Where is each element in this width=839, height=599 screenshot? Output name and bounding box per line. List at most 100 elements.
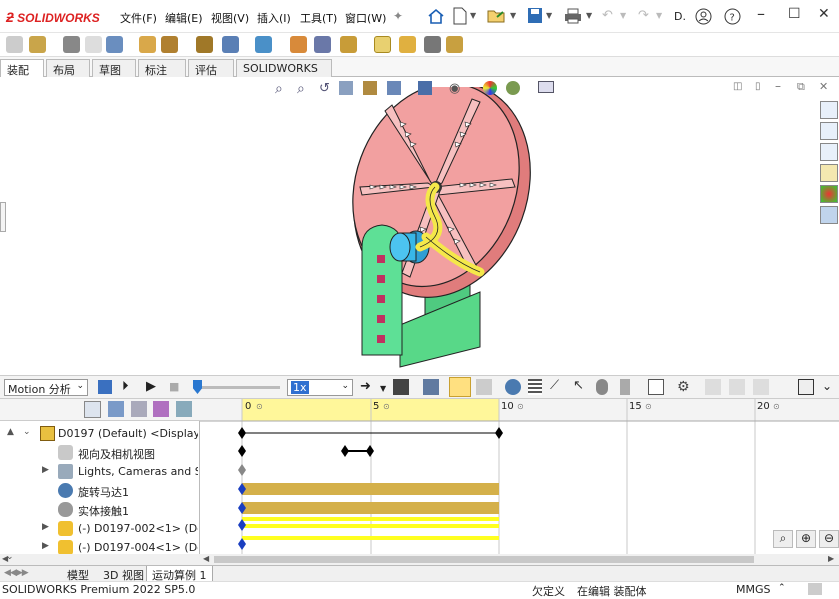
animation-wizard-icon[interactable] [423, 379, 439, 395]
scroll-right-icon[interactable]: ▶ [828, 554, 834, 563]
expand-arrow-icon[interactable]: ▶ [42, 522, 49, 532]
bill-of-materials-icon[interactable] [290, 36, 307, 53]
undo-icon[interactable]: ↶ [602, 8, 613, 23]
view-orientation-icon[interactable] [387, 81, 401, 95]
playback-mode-icon[interactable]: ➜ [360, 379, 371, 394]
force-icon[interactable]: ↖ [573, 378, 584, 393]
3d-model[interactable] [330, 87, 570, 372]
save-animation-icon[interactable] [393, 379, 409, 395]
zoom-to-fit-icon[interactable]: ⌕ [275, 81, 283, 97]
exploded-view-icon[interactable] [314, 36, 331, 53]
tree-item-part-002[interactable]: ▶ (-) D0197-002<1> (Defa [0, 519, 198, 538]
timeline-horizontal-scrollbar[interactable]: ◀ ▶ [200, 554, 839, 565]
hide-show-items-icon[interactable]: ◉ [449, 81, 460, 96]
play-from-start-icon[interactable]: ⏵ [122, 379, 129, 394]
chevron-down-icon[interactable]: ▼ [546, 11, 552, 20]
filter-selected-icon[interactable] [153, 401, 169, 417]
design-study-icon[interactable] [729, 379, 745, 395]
window-restore-icon[interactable]: ◫ [733, 81, 742, 92]
tab-sketch[interactable]: 草图 [92, 59, 136, 77]
tab-3d-view[interactable]: 3D 视图 [98, 566, 149, 582]
update-speedpak-icon[interactable] [399, 36, 416, 53]
chevron-down-icon[interactable]: ⌄ [23, 427, 31, 437]
zoom-in-icon[interactable]: ⊕ [796, 530, 816, 548]
tab-motion-study[interactable]: 运动算例 1 [146, 566, 213, 582]
results-plots-icon[interactable] [648, 379, 664, 395]
scroll-up-icon[interactable]: ⌄ [6, 552, 14, 562]
ruler-icon[interactable] [374, 36, 391, 53]
study-type-select[interactable]: Motion 分析 ⌄ [4, 379, 88, 396]
dynamic-annotation-icon[interactable] [363, 81, 377, 95]
scroll-left-icon[interactable]: ◀ [203, 554, 209, 563]
spring-icon[interactable] [528, 379, 542, 395]
tree-item-view-camera[interactable]: 视向及相机视图 [0, 443, 198, 462]
zoom-area-icon[interactable]: ⌕ [297, 81, 305, 97]
menu-insert[interactable]: 插入(I) [257, 10, 291, 26]
tree-item-assembly[interactable]: ▲ ⌄ D0197 (Default) <Display Sta [0, 424, 198, 443]
motor-icon[interactable] [505, 379, 521, 395]
filter-animated-icon[interactable] [108, 401, 124, 417]
new-document-icon[interactable] [453, 7, 467, 25]
zoom-out-icon[interactable]: ⊖ [819, 530, 839, 548]
save-icon[interactable] [527, 7, 543, 24]
reference-geometry-icon[interactable] [222, 36, 239, 53]
tab-markup[interactable]: 标注 [138, 59, 186, 77]
large-assembly-icon[interactable] [446, 36, 463, 53]
mate-icon[interactable] [29, 36, 46, 53]
autokey-icon[interactable] [449, 377, 471, 397]
collapse-icon[interactable]: ⌄ [822, 379, 832, 393]
linear-pattern-icon[interactable] [85, 36, 102, 53]
insert-component-icon[interactable] [6, 36, 23, 53]
window-minimize-icon[interactable]: – [775, 79, 781, 93]
sensor-icon[interactable] [753, 379, 769, 395]
motion-manager-panel-icon[interactable] [798, 379, 814, 395]
add-key-icon[interactable] [476, 379, 492, 395]
paperclip-icon[interactable] [63, 36, 80, 53]
redo-icon[interactable]: ↷ [638, 8, 649, 23]
menu-view[interactable]: 视图(V) [211, 10, 249, 26]
instant3d-icon[interactable] [340, 36, 357, 53]
show-hidden-icon[interactable] [161, 36, 178, 53]
window-tile-icon[interactable]: ▯ [755, 81, 761, 92]
menu-tools[interactable]: 工具(T) [300, 10, 337, 26]
appearances-icon[interactable] [820, 185, 838, 203]
play-icon[interactable]: ▶ [146, 379, 156, 394]
window-close-icon[interactable]: ✕ [819, 80, 828, 93]
snapshot-icon[interactable] [424, 36, 441, 53]
tree-horizontal-scrollbar[interactable]: ◀ ⌄ [0, 552, 200, 565]
previous-view-icon[interactable]: ↺ [319, 81, 330, 96]
view-settings-icon[interactable] [538, 81, 554, 93]
motion-study-properties-icon[interactable]: ⚙ [677, 379, 690, 395]
feature-manager-toggle[interactable] [0, 202, 6, 232]
print-icon[interactable] [564, 8, 582, 24]
playback-slider[interactable] [194, 386, 280, 389]
expand-arrow-icon[interactable]: ▶ [42, 465, 49, 475]
tab-assembly[interactable]: 装配体 [0, 59, 44, 93]
filter-driving-icon[interactable] [131, 401, 147, 417]
zoom-fit-icon[interactable]: ⌕ [773, 530, 793, 548]
assembly-features-icon[interactable] [196, 36, 213, 53]
stop-icon[interactable]: ■ [169, 380, 179, 393]
playback-speed-select[interactable]: 1x ⌄ [287, 379, 353, 396]
graphics-area[interactable]: ◫ ▯ – ⧉ ✕ [0, 77, 839, 375]
timeline-canvas[interactable] [200, 399, 839, 554]
section-view-icon[interactable] [339, 81, 353, 95]
view-palette-icon[interactable] [820, 164, 838, 182]
window-maximize-icon[interactable]: ⧉ [797, 80, 805, 94]
tab-addins[interactable]: SOLIDWORKS 插件 [236, 59, 332, 90]
menu-window[interactable]: 窗口(W) [345, 10, 386, 26]
tree-item-lights[interactable]: ▶ Lights, Cameras and Sce [0, 462, 198, 481]
maximize-icon[interactable]: ☐ [788, 6, 801, 22]
tree-item-motor[interactable]: 旋转马达1 [0, 481, 198, 500]
damper-icon[interactable]: ⟋ [550, 378, 559, 393]
tree-item-contact[interactable]: 实体接触1 [0, 500, 198, 519]
timeline[interactable]: 0 ⊙ 5 ⊙ 10 ⊙ 15 ⊙ 20 ⊙ ⌕ ⊕ ⊖ [200, 399, 839, 554]
calculate-icon[interactable] [98, 380, 112, 394]
scrollbar-thumb[interactable] [214, 556, 754, 563]
chevron-down-icon[interactable]: ▼ [510, 11, 516, 20]
filter-results-icon[interactable] [176, 401, 192, 417]
tab-model[interactable]: 模型 [62, 566, 94, 582]
home-icon[interactable] [427, 8, 445, 24]
chevron-down-icon[interactable]: ▼ [586, 11, 592, 20]
open-folder-icon[interactable] [487, 8, 507, 24]
